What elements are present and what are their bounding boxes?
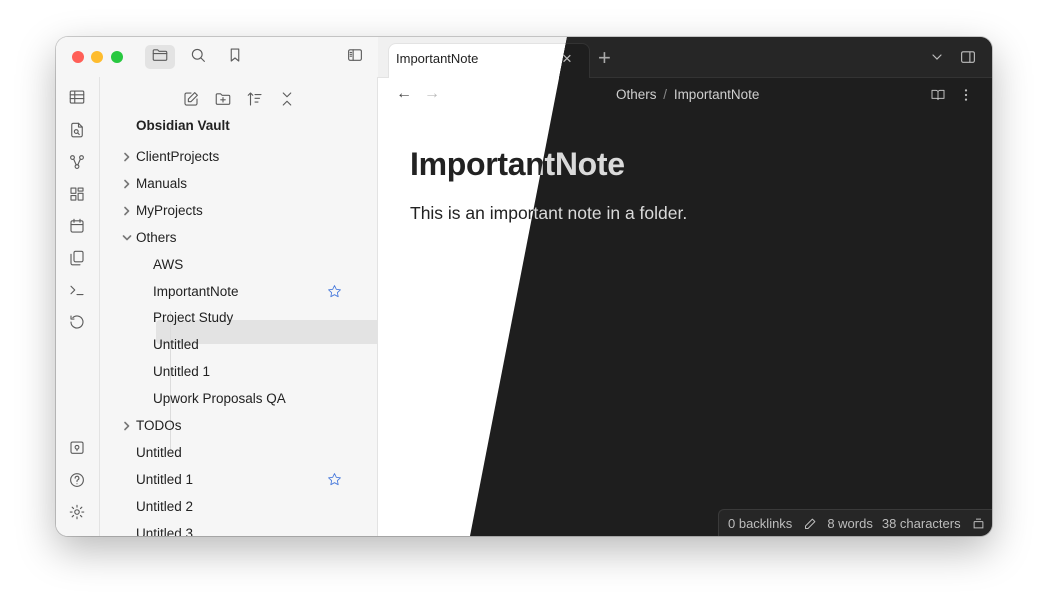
file-untitled[interactable]: Untitled [153, 333, 199, 357]
file-root-untitled-3[interactable]: Untitled 3 [136, 522, 193, 536]
chevron-right-icon [121, 414, 133, 438]
chevron-right-icon [121, 145, 133, 169]
sync-status-icon[interactable] [971, 516, 987, 532]
character-count: 38 characters [881, 516, 961, 531]
new-tab-button[interactable]: + [598, 45, 611, 71]
file-label: Untitled 1 [136, 472, 194, 487]
toggle-right-sidebar-icon[interactable] [958, 47, 978, 67]
reading-view-icon[interactable] [928, 85, 948, 105]
graph-icon[interactable] [67, 152, 87, 172]
file-root-untitled-2[interactable]: Untitled 2 [136, 495, 193, 519]
file-root-untitled[interactable]: Untitled [136, 441, 182, 465]
file-label: Untitled [153, 337, 199, 352]
search-icon [189, 46, 207, 69]
file-root-untitled-1[interactable]: Untitled 1 [136, 468, 193, 492]
tab-title: ImportantNote [396, 51, 479, 66]
forward-button[interactable]: → [424, 85, 440, 103]
bookmarks-view-button[interactable] [220, 45, 250, 69]
file-project-study[interactable]: Project Study [153, 306, 233, 330]
file-label: Untitled 2 [136, 499, 194, 514]
toggle-left-sidebar-button[interactable] [340, 45, 370, 69]
folder-label: TODOs [136, 418, 182, 433]
breadcrumb-current[interactable]: ImportantNote [674, 87, 760, 102]
file-untitled-1[interactable]: Untitled 1 [153, 360, 210, 384]
file-label: AWS [153, 257, 184, 272]
back-button[interactable]: ← [396, 85, 412, 103]
settings-icon[interactable] [67, 502, 87, 522]
file-label: Upwork Proposals QA [153, 391, 286, 406]
file-aws[interactable]: AWS [153, 253, 183, 277]
more-options-icon[interactable] [956, 85, 976, 105]
vault-icon[interactable] [67, 438, 87, 458]
file-explorer-actions [100, 77, 377, 117]
file-importantnote[interactable]: ImportantNote [153, 280, 239, 304]
folder-label: Manuals [136, 176, 188, 191]
new-folder-icon[interactable] [213, 89, 233, 109]
bookmark-icon [226, 46, 244, 69]
ribbon [56, 77, 100, 536]
copy-icon[interactable] [67, 248, 87, 268]
status-bar: 0 backlinks 8 words 38 characters [718, 509, 992, 536]
file-label: Untitled 3 [136, 526, 194, 536]
folder-label: Others [136, 230, 177, 245]
folder-todos[interactable]: TODOs [124, 414, 182, 438]
star-icon[interactable] [327, 472, 343, 488]
vault-name[interactable]: Obsidian Vault [136, 118, 230, 133]
sidebar-toggle-icon [346, 46, 364, 69]
breadcrumb-separator: / [663, 87, 668, 102]
backlinks-count[interactable]: 0 backlinks [728, 516, 792, 531]
file-label: ImportantNote [153, 284, 239, 299]
table-icon[interactable] [67, 87, 87, 107]
folder-myprojects[interactable]: MyProjects [124, 199, 203, 223]
sort-icon[interactable] [245, 89, 265, 109]
search-view-button[interactable] [183, 45, 213, 69]
folder-icon [151, 46, 169, 69]
obsidian-window: Obsidian Vault ClientProjects Manuals My… [56, 37, 992, 536]
collapse-all-icon[interactable] [277, 89, 297, 109]
folder-others[interactable]: Others [122, 226, 177, 250]
chevron-right-icon [121, 199, 133, 223]
file-search-icon[interactable] [67, 120, 87, 140]
window-minimize-button[interactable] [91, 51, 103, 63]
star-icon[interactable] [327, 284, 343, 300]
edit-mode-icon[interactable] [802, 516, 818, 532]
word-count: 8 words [827, 516, 873, 531]
window-close-button[interactable] [72, 51, 84, 63]
terminal-icon[interactable] [67, 280, 87, 300]
window-zoom-button[interactable] [111, 51, 123, 63]
calendar-icon[interactable] [67, 216, 87, 236]
file-label: Untitled 1 [153, 364, 211, 379]
left-titlebar [56, 37, 378, 78]
files-view-button[interactable] [145, 45, 175, 69]
file-label: Untitled [136, 445, 182, 460]
file-label: Project Study [153, 310, 234, 325]
new-note-icon[interactable] [181, 89, 201, 109]
history-icon[interactable] [67, 312, 87, 332]
help-icon[interactable] [67, 470, 87, 490]
file-upwork-proposals-qa[interactable]: Upwork Proposals QA [153, 387, 286, 411]
dashboard-icon[interactable] [67, 184, 87, 204]
chevron-down-icon [121, 226, 133, 250]
folder-label: MyProjects [136, 203, 203, 218]
tab-list-chevron-icon[interactable] [927, 47, 947, 67]
folder-manuals[interactable]: Manuals [124, 172, 188, 196]
folder-label: ClientProjects [136, 149, 220, 164]
breadcrumb: Others / ImportantNote [616, 87, 759, 102]
breadcrumb-parent[interactable]: Others [616, 87, 657, 102]
folder-clientprojects[interactable]: ClientProjects [124, 145, 220, 169]
chevron-right-icon [121, 172, 133, 196]
